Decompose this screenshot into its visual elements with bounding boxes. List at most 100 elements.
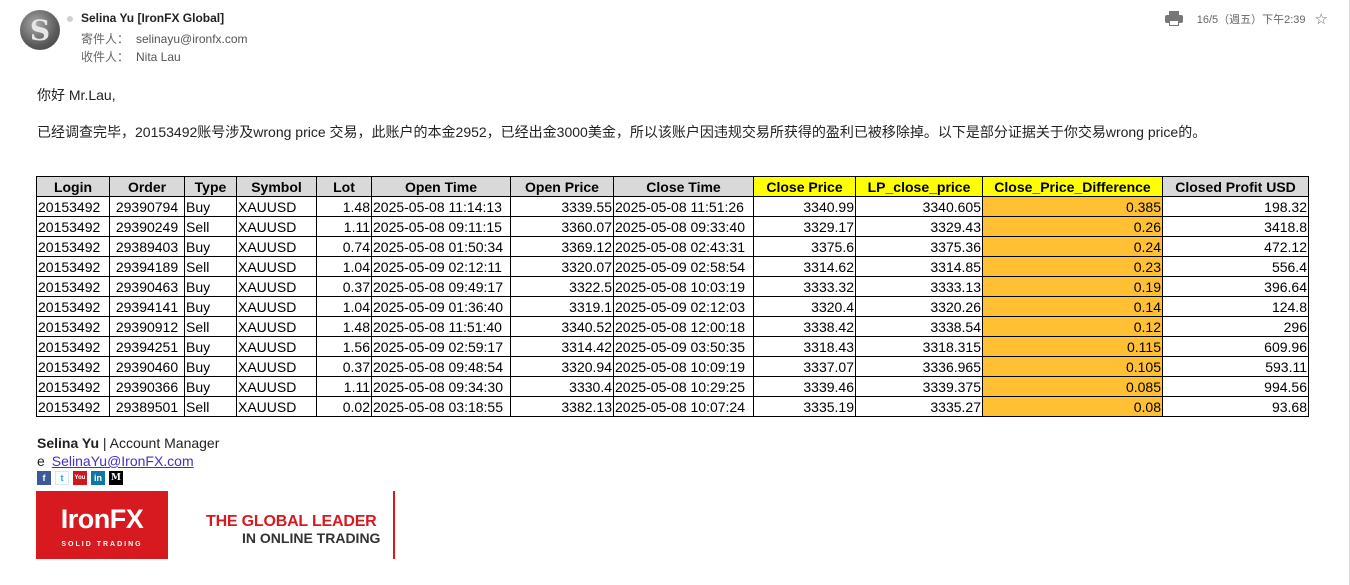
col-header-close-time: Close Time: [613, 176, 754, 197]
cell-order: 29390249: [109, 216, 185, 237]
table-row: 20153492 29389403 Buy XAUUSD 0.74 2025-05-08 …: [36, 236, 1309, 257]
cell-open-time: 2025-05-08 01:50:34: [371, 236, 511, 257]
social-icons: f t You in M: [37, 471, 123, 485]
col-header-open-time: Open Time: [371, 176, 511, 197]
from-address[interactable]: selinayu@ironfx.com: [136, 32, 248, 46]
cell-symbol: XAUUSD: [236, 376, 317, 397]
message-date: 16/5（週五）下午2:39: [1196, 14, 1306, 26]
from-row: 寄件人： selinayu@ironfx.com: [81, 30, 248, 47]
cell-order: 29394141: [109, 296, 185, 317]
cell-login: 20153492: [36, 296, 110, 317]
sender-name[interactable]: Selina Yu [IronFX Global]: [81, 11, 224, 25]
tagline-line-1: THE GLOBAL LEADER: [206, 513, 377, 530]
star-icon[interactable]: ☆: [1315, 10, 1328, 28]
cell-lot: 0.37: [316, 276, 372, 297]
linkedin-icon[interactable]: in: [91, 471, 105, 485]
cell-closed-profit: 198.32: [1162, 196, 1309, 217]
table-row: 20153492 29394251 Buy XAUUSD 1.56 2025-05-09 …: [36, 336, 1309, 357]
cell-lp-close-price: 3375.36: [855, 236, 983, 257]
cell-lot: 1.56: [316, 336, 372, 357]
facebook-icon[interactable]: f: [37, 471, 51, 485]
brand-tagline: THE GLOBAL LEADER IN ONLINE TRADING: [206, 513, 380, 547]
cell-login: 20153492: [36, 376, 110, 397]
cell-lot: 1.48: [316, 316, 372, 337]
cell-close-price: 3340.99: [753, 196, 856, 217]
cell-close-price: 3329.17: [753, 216, 856, 237]
cell-order: 29389403: [109, 236, 185, 257]
table-row: 20153492 29390463 Buy XAUUSD 0.37 2025-05-08 …: [36, 276, 1309, 297]
cell-open-time: 2025-05-08 11:14:13: [371, 196, 511, 217]
cell-close-price-difference: 0.26: [982, 216, 1163, 237]
cell-symbol: XAUUSD: [236, 356, 317, 377]
cell-lp-close-price: 3314.85: [855, 256, 983, 277]
cell-symbol: XAUUSD: [236, 316, 317, 337]
cell-close-price-difference: 0.08: [982, 396, 1163, 417]
cell-symbol: XAUUSD: [236, 216, 317, 237]
table-body: 20153492 29390794 Buy XAUUSD 1.48 2025-05-08 …: [36, 196, 1309, 417]
cell-open-price: 3339.55: [510, 196, 614, 217]
cell-close-time: 2025-05-08 02:43:31: [613, 236, 754, 257]
cell-symbol: XAUUSD: [236, 236, 317, 257]
cell-close-time: 2025-05-08 10:29:25: [613, 376, 754, 397]
twitter-icon[interactable]: t: [55, 471, 69, 485]
cell-close-price: 3314.62: [753, 256, 856, 277]
sender-avatar[interactable]: S: [20, 10, 60, 50]
cell-symbol: XAUUSD: [236, 296, 317, 317]
col-header-closed-profit: Closed Profit USD: [1162, 176, 1309, 197]
col-header-close-price: Close Price: [753, 176, 856, 197]
signature-email-link[interactable]: SelinaYu@IronFX.com: [52, 453, 194, 469]
cell-order: 29390460: [109, 356, 185, 377]
cell-lot: 1.04: [316, 256, 372, 277]
cell-open-time: 2025-05-08 09:11:15: [371, 216, 511, 237]
table-row: 20153492 29394189 Sell XAUUSD 1.04 2025-05-09…: [36, 256, 1309, 277]
cell-open-time: 2025-05-08 09:48:54: [371, 356, 511, 377]
cell-close-time: 2025-05-09 02:12:03: [613, 296, 754, 317]
cell-open-price: 3330.4: [510, 376, 614, 397]
to-recipient[interactable]: Nita Lau: [136, 50, 181, 64]
table-row: 20153492 29394141 Buy XAUUSD 1.04 2025-05-09 …: [36, 296, 1309, 317]
to-row: 收件人： Nita Lau: [81, 48, 181, 65]
col-header-lot: Lot: [316, 176, 372, 197]
cell-lot: 1.11: [316, 216, 372, 237]
cell-closed-profit: 472.12: [1162, 236, 1309, 257]
medium-icon[interactable]: M: [109, 471, 123, 485]
col-header-symbol: Symbol: [236, 176, 317, 197]
cell-open-price: 3322.5: [510, 276, 614, 297]
logo-subtext: SOLID TRADING: [61, 541, 143, 548]
signature-title: | Account Manager: [99, 435, 220, 451]
cell-login: 20153492: [36, 216, 110, 237]
tagline-divider: [393, 491, 395, 559]
signature-name: Selina Yu: [37, 435, 99, 451]
cell-open-time: 2025-05-09 02:59:17: [371, 336, 511, 357]
table-row: 20153492 29390460 Buy XAUUSD 0.37 2025-05-08 …: [36, 356, 1309, 377]
cell-open-price: 3382.13: [510, 396, 614, 417]
cell-close-time: 2025-05-08 10:03:19: [613, 276, 754, 297]
cell-open-time: 2025-05-08 09:34:30: [371, 376, 511, 397]
table-row: 20153492 29389501 Sell XAUUSD 0.02 2025-05-08…: [36, 396, 1309, 417]
cell-closed-profit: 609.96: [1162, 336, 1309, 357]
cell-lot: 0.02: [316, 396, 372, 417]
signature-name-line: Selina Yu | Account Manager: [37, 435, 219, 451]
cell-lp-close-price: 3338.54: [855, 316, 983, 337]
col-header-type: Type: [184, 176, 237, 197]
print-icon[interactable]: [1164, 11, 1183, 27]
cell-lp-close-price: 3339.375: [855, 376, 983, 397]
cell-login: 20153492: [36, 256, 110, 277]
cell-open-price: 3369.12: [510, 236, 614, 257]
cell-type: Buy: [184, 236, 237, 257]
cell-close-price-difference: 0.19: [982, 276, 1163, 297]
cell-lot: 1.11: [316, 376, 372, 397]
cell-type: Buy: [184, 296, 237, 317]
signature-email-line: e SelinaYu@IronFX.com: [37, 453, 194, 469]
cell-login: 20153492: [36, 356, 110, 377]
youtube-icon[interactable]: You: [73, 471, 87, 485]
cell-lp-close-price: 3333.13: [855, 276, 983, 297]
ironfx-logo[interactable]: IronFX SOLID TRADING: [36, 491, 168, 559]
cell-lp-close-price: 3318.315: [855, 336, 983, 357]
table-row: 20153492 29390794 Buy XAUUSD 1.48 2025-05-08 …: [36, 196, 1309, 217]
cell-open-price: 3319.1: [510, 296, 614, 317]
cell-symbol: XAUUSD: [236, 256, 317, 277]
col-header-open-price: Open Price: [510, 176, 614, 197]
cell-lp-close-price: 3329.43: [855, 216, 983, 237]
cell-closed-profit: 396.64: [1162, 276, 1309, 297]
